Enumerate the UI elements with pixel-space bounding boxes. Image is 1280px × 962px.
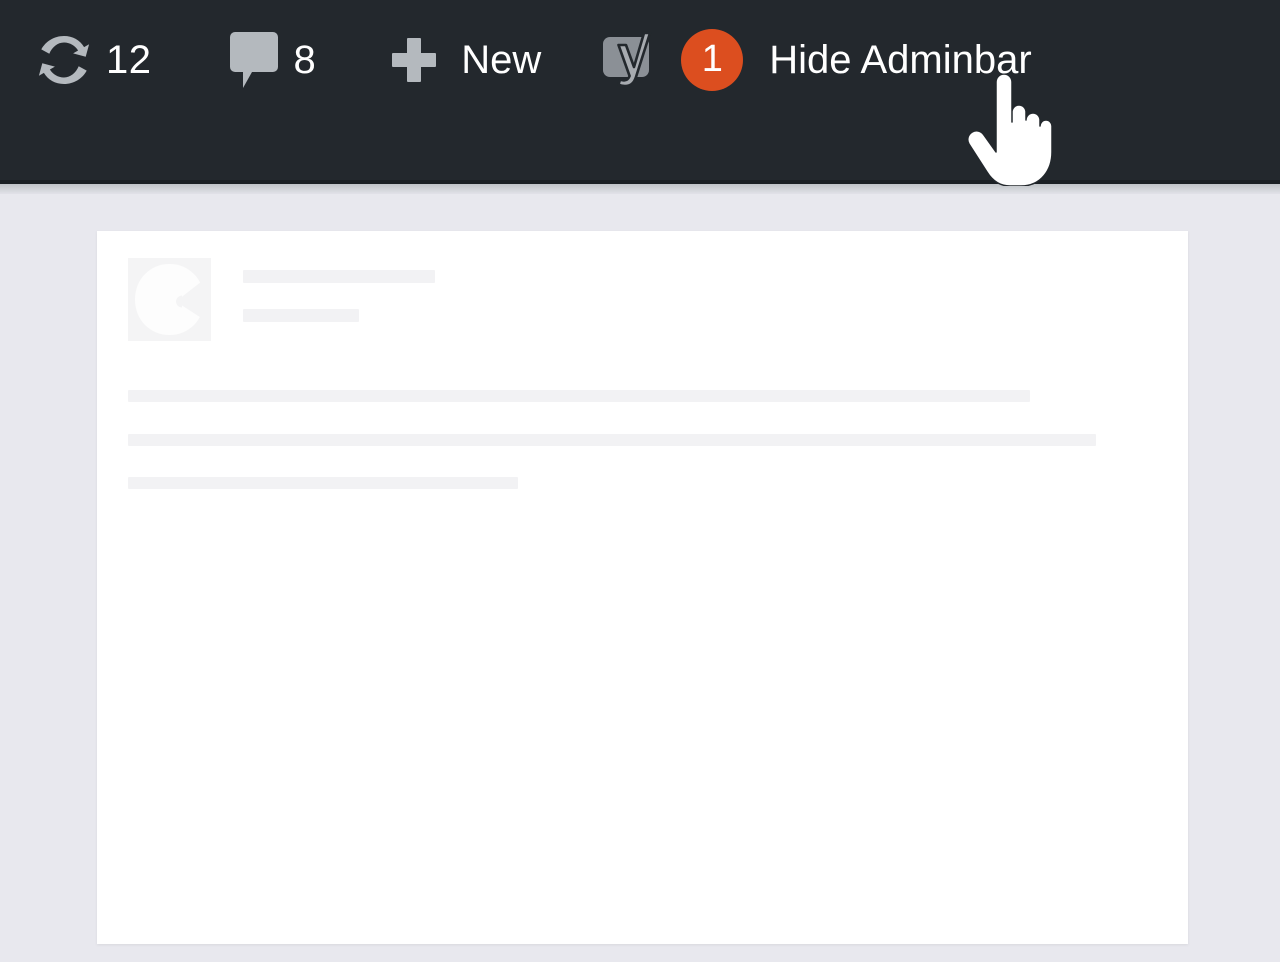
badge-circle: 1 <box>681 29 744 91</box>
card-body <box>128 390 1148 489</box>
update-sync-icon <box>38 36 90 84</box>
adminbar-item-updates[interactable]: 12 <box>38 0 152 120</box>
body-placeholder-line-2 <box>128 434 1096 446</box>
body-placeholder-line-3 <box>128 477 518 489</box>
comments-count: 8 <box>293 38 317 82</box>
plus-icon <box>392 38 437 82</box>
adminbar-item-comments[interactable]: 8 <box>229 0 317 120</box>
badge-count: 1 <box>701 38 723 80</box>
card-header <box>128 258 435 341</box>
comment-bubble-icon <box>229 32 278 88</box>
adminbar-item-hide-adminbar[interactable]: Hide Adminbar <box>769 0 1031 120</box>
admin-bar: 12 8 New 1 Hide Adminbar <box>0 0 1280 184</box>
header-placeholder-lines <box>243 258 435 322</box>
header-placeholder-line-2 <box>243 309 359 322</box>
content-card <box>97 231 1188 944</box>
updates-count: 12 <box>106 38 152 82</box>
adminbar-item-yoast-seo[interactable] <box>601 0 659 120</box>
admin-bar-shadow <box>0 184 1280 194</box>
admin-bar-items: 12 8 New 1 Hide Adminbar <box>0 0 1280 120</box>
header-placeholder-line-1 <box>243 270 435 283</box>
new-label: New <box>461 38 542 82</box>
adminbar-item-new[interactable]: New <box>392 0 541 120</box>
yoast-notification-badge[interactable]: 1 <box>681 0 744 120</box>
page-background <box>0 194 1280 962</box>
body-placeholder-line-1 <box>128 390 1030 402</box>
hide-adminbar-label: Hide Adminbar <box>769 38 1032 82</box>
yoast-logo-icon <box>601 29 659 91</box>
avatar-placeholder <box>128 258 211 341</box>
